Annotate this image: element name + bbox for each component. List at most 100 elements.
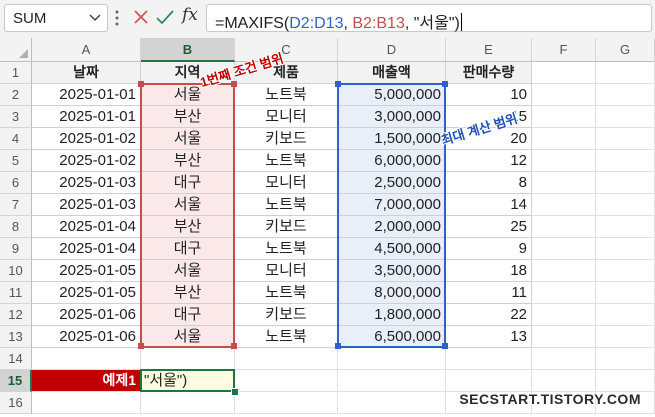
grid-cell[interactable] — [446, 348, 532, 370]
grid-cell[interactable] — [532, 282, 596, 304]
date-cell[interactable]: 2025-01-05 — [32, 260, 141, 282]
region-cell[interactable]: 서울 — [141, 194, 235, 216]
date-cell[interactable]: 2025-01-03 — [32, 194, 141, 216]
sales-cell[interactable]: 2,500,000 — [338, 172, 446, 194]
function-fx-icon[interactable]: fx — [182, 5, 198, 25]
product-cell[interactable]: 노트북 — [235, 238, 338, 260]
date-cell[interactable]: 2025-01-02 — [32, 150, 141, 172]
grid-cell[interactable] — [596, 172, 655, 194]
region-cell[interactable]: 대구 — [141, 304, 235, 326]
grid-cell[interactable] — [596, 194, 655, 216]
fill-handle[interactable] — [231, 388, 239, 396]
grid-cell[interactable] — [532, 84, 596, 106]
row-header-10[interactable]: 10 — [0, 260, 32, 282]
grid-cell[interactable] — [235, 348, 338, 370]
quantity-cell[interactable]: 22 — [446, 304, 532, 326]
column-header-b[interactable]: B — [141, 38, 235, 62]
grid-cell[interactable] — [596, 348, 655, 370]
grid-cell[interactable] — [32, 392, 141, 414]
table-header-cell[interactable]: 판매수량 — [446, 62, 532, 84]
confirm-check-icon[interactable] — [156, 10, 174, 25]
column-header-f[interactable]: F — [532, 38, 596, 62]
row-header-5[interactable]: 5 — [0, 150, 32, 172]
region-cell[interactable]: 서울 — [141, 128, 235, 150]
grid-cell[interactable] — [596, 84, 655, 106]
grid-cell[interactable] — [532, 194, 596, 216]
grid-cell[interactable] — [32, 348, 141, 370]
range-handle[interactable] — [231, 343, 237, 349]
region-cell[interactable]: 부산 — [141, 106, 235, 128]
grid-cell[interactable] — [596, 282, 655, 304]
grid-cell[interactable] — [532, 348, 596, 370]
grid-cell[interactable] — [596, 106, 655, 128]
sales-cell[interactable]: 3,000,000 — [338, 106, 446, 128]
chevron-down-icon[interactable] — [89, 14, 101, 22]
formula-input[interactable]: =MAXIFS(D2:D13, B2:B13, "서울") — [206, 4, 652, 32]
row-header-9[interactable]: 9 — [0, 238, 32, 260]
quantity-cell[interactable]: 8 — [446, 172, 532, 194]
column-header-d[interactable]: D — [338, 38, 446, 62]
column-header-g[interactable]: G — [596, 38, 655, 62]
product-cell[interactable]: 노트북 — [235, 150, 338, 172]
range-handle[interactable] — [138, 81, 144, 87]
region-cell[interactable]: 서울 — [141, 326, 235, 348]
row-header-13[interactable]: 13 — [0, 326, 32, 348]
quantity-cell[interactable]: 10 — [446, 84, 532, 106]
grid-cell[interactable] — [235, 392, 338, 414]
product-cell[interactable]: 모니터 — [235, 172, 338, 194]
product-cell[interactable]: 노트북 — [235, 326, 338, 348]
quantity-cell[interactable]: 12 — [446, 150, 532, 172]
date-cell[interactable]: 2025-01-06 — [32, 304, 141, 326]
grid-cell[interactable] — [338, 392, 446, 414]
region-cell[interactable]: 부산 — [141, 282, 235, 304]
product-cell[interactable]: 노트북 — [235, 282, 338, 304]
grid-cell[interactable] — [596, 150, 655, 172]
grid-cell[interactable] — [532, 106, 596, 128]
sales-cell[interactable]: 6,500,000 — [338, 326, 446, 348]
region-cell[interactable]: 대구 — [141, 238, 235, 260]
range-handle[interactable] — [335, 81, 341, 87]
grid-cell[interactable] — [596, 216, 655, 238]
grid-cell[interactable] — [141, 392, 235, 414]
row-header-3[interactable]: 3 — [0, 106, 32, 128]
product-cell[interactable]: 키보드 — [235, 128, 338, 150]
grid-cell[interactable] — [596, 238, 655, 260]
active-formula-cell[interactable]: "서울") — [141, 370, 235, 392]
row-header-1[interactable]: 1 — [0, 62, 32, 84]
sales-cell[interactable]: 1,800,000 — [338, 304, 446, 326]
date-cell[interactable]: 2025-01-01 — [32, 106, 141, 128]
quantity-cell[interactable]: 14 — [446, 194, 532, 216]
sales-cell[interactable]: 4,500,000 — [338, 238, 446, 260]
grid-cell[interactable] — [532, 150, 596, 172]
grid-cell[interactable] — [532, 128, 596, 150]
table-header-cell[interactable]: 날짜 — [32, 62, 141, 84]
row-header-11[interactable]: 11 — [0, 282, 32, 304]
grid-cell[interactable] — [596, 128, 655, 150]
grid-cell[interactable] — [596, 62, 655, 84]
product-cell[interactable]: 모니터 — [235, 106, 338, 128]
grid-cell[interactable] — [338, 370, 446, 392]
sales-cell[interactable]: 5,000,000 — [338, 84, 446, 106]
date-cell[interactable]: 2025-01-02 — [32, 128, 141, 150]
quantity-cell[interactable]: 18 — [446, 260, 532, 282]
date-cell[interactable]: 2025-01-03 — [32, 172, 141, 194]
grid-cell[interactable] — [532, 260, 596, 282]
grid-cell[interactable] — [532, 370, 596, 392]
range-handle[interactable] — [442, 81, 448, 87]
sales-cell[interactable]: 3,500,000 — [338, 260, 446, 282]
date-cell[interactable]: 2025-01-04 — [32, 238, 141, 260]
range-handle[interactable] — [442, 343, 448, 349]
column-header-e[interactable]: E — [446, 38, 532, 62]
grid-cell[interactable] — [141, 348, 235, 370]
product-cell[interactable]: 모니터 — [235, 260, 338, 282]
region-cell[interactable]: 대구 — [141, 172, 235, 194]
quantity-cell[interactable]: 11 — [446, 282, 532, 304]
grid-cell[interactable] — [596, 304, 655, 326]
grid-cell[interactable] — [532, 326, 596, 348]
grid-cell[interactable] — [532, 172, 596, 194]
row-header-4[interactable]: 4 — [0, 128, 32, 150]
row-header-2[interactable]: 2 — [0, 84, 32, 106]
date-cell[interactable]: 2025-01-05 — [32, 282, 141, 304]
product-cell[interactable]: 노트북 — [235, 194, 338, 216]
product-cell[interactable]: 키보드 — [235, 304, 338, 326]
